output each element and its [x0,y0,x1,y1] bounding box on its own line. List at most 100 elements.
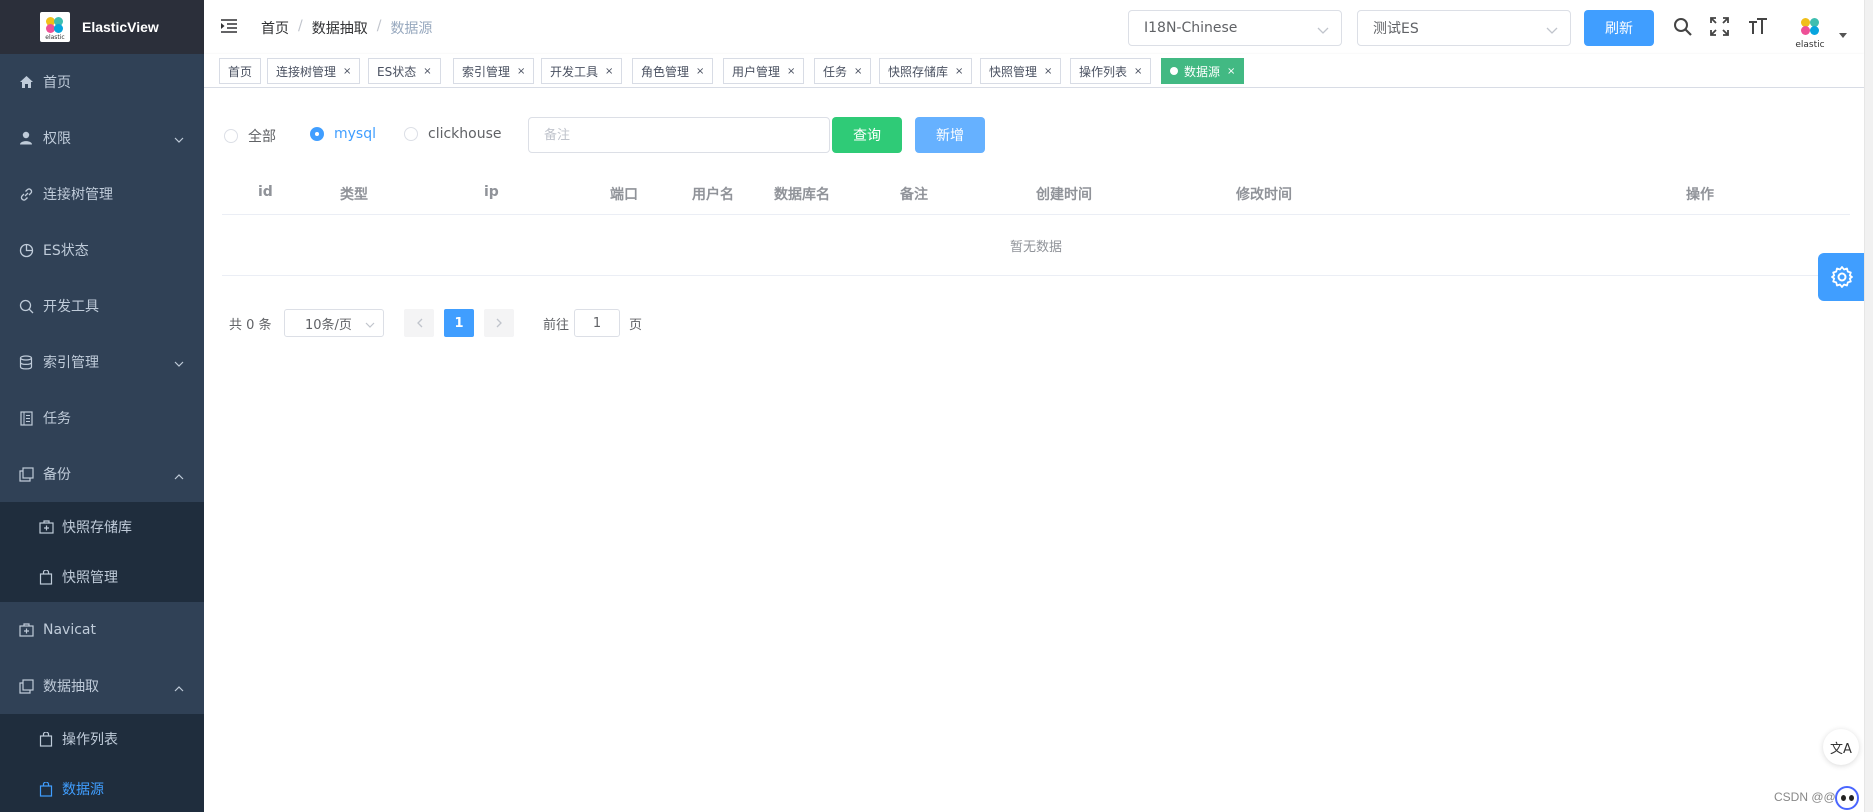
shopping-bag-icon [38,781,54,797]
close-icon[interactable]: × [955,66,963,77]
sidebar-item-connection-tree[interactable]: 连接树管理 [0,166,204,222]
logo-bar[interactable]: elastic ElasticView [0,0,204,54]
fullscreen-icon[interactable] [1710,17,1729,40]
sidebar-item-dev-tools[interactable]: 开发工具 [0,278,204,334]
column-header[interactable]: 数据库名 [774,184,830,204]
robot-assistant-icon[interactable] [1835,786,1859,810]
first-aid-icon [18,622,34,638]
sidebar-item-label: 数据抽取 [43,679,99,695]
goto-page-input[interactable] [574,309,620,337]
database-icon [18,354,34,370]
column-header[interactable]: 备注 [900,184,928,204]
chevron-down-icon [365,318,375,333]
sidebar-item-navicat[interactable]: Navicat [0,602,204,658]
tag-home[interactable]: 首页 [219,58,262,84]
tag-connection-tree[interactable]: 连接树管理 × [267,58,361,84]
page-number-current[interactable]: 1 [444,309,474,337]
tag-tasks[interactable]: 任务 × [814,58,872,84]
sidebar-item-label: 首页 [43,75,71,91]
sidebar-item-data-extraction[interactable]: 数据抽取 [0,658,204,714]
sidebar-item-label: 操作列表 [62,732,118,748]
font-size-icon[interactable] [1748,17,1768,40]
tag-snapshot-management[interactable]: 快照管理 × [980,58,1062,84]
sidebar-item-index-management[interactable]: 索引管理 [0,334,204,390]
close-icon[interactable]: × [1227,66,1235,77]
close-icon[interactable]: × [1134,66,1142,77]
close-icon[interactable]: × [517,66,525,77]
connection-select[interactable]: 测试ES [1357,10,1571,46]
settings-button[interactable] [1818,253,1866,301]
copy-icon [18,678,34,694]
note-input[interactable] [528,117,830,153]
tag-snapshot-repository[interactable]: 快照存储库 × [879,58,973,84]
tag-data-source[interactable]: 数据源 × [1161,58,1245,84]
sidebar-item-data-source[interactable]: 数据源 [0,764,204,812]
column-header[interactable]: ip [484,184,499,200]
close-icon[interactable]: × [343,66,351,77]
sidebar-item-tasks[interactable]: 任务 [0,390,204,446]
column-header[interactable]: id [258,184,273,200]
caret-down-icon[interactable] [1839,33,1847,38]
language-select[interactable]: I18N-Chinese [1128,10,1342,46]
sidebar-item-es-status[interactable]: ES状态 [0,222,204,278]
page-size-select[interactable]: 10条/页 [284,309,384,337]
column-header[interactable]: 端口 [610,184,638,204]
chevron-up-icon [174,468,184,484]
sidebar-item-label: ES状态 [43,243,89,259]
top-header: 首页 / 数据抽取 / 数据源 I18N-Chinese 测试ES 刷新 ela… [204,0,1864,54]
csdn-watermark: CSDN @@ [1774,790,1836,804]
sidebar-item-operation-list[interactable]: 操作列表 [0,714,204,764]
pie-chart-icon [18,242,34,258]
close-icon[interactable]: × [605,66,613,77]
column-header[interactable]: 类型 [340,184,368,204]
radio-all[interactable]: 全部 [224,126,276,146]
hamburger-icon[interactable] [220,18,238,38]
goto-prefix: 前往 [543,317,570,333]
radio-circle[interactable] [404,127,418,141]
sidebar-item-snapshot-repository[interactable]: 快照存储库 [0,502,204,552]
close-icon[interactable]: × [1044,66,1052,77]
close-icon[interactable]: × [696,66,704,77]
add-button[interactable]: 新增 [915,117,985,153]
translate-button[interactable]: 文A [1823,729,1859,765]
page-scrollbar[interactable] [1864,0,1873,812]
first-aid-icon [38,519,54,535]
sidebar-item-permissions[interactable]: 权限 [0,110,204,166]
column-header[interactable]: 用户名 [692,184,734,204]
search-icon [18,298,34,314]
close-icon[interactable]: × [854,66,862,77]
sidebar-item-home[interactable]: 首页 [0,54,204,110]
breadcrumb-home[interactable]: 首页 [261,18,289,38]
tag-operation-list[interactable]: 操作列表 × [1070,58,1152,84]
tag-user-management[interactable]: 用户管理 × [723,58,805,84]
radio-clickhouse[interactable]: clickhouse [404,126,502,142]
sidebar-item-label: 任务 [43,411,71,427]
radio-mysql[interactable]: mysql [310,126,376,142]
breadcrumb-data-extraction[interactable]: 数据抽取 [312,18,368,38]
tag-index-management[interactable]: 索引管理 × [453,58,535,84]
goto-suffix: 页 [629,317,643,333]
query-button[interactable]: 查询 [832,117,902,153]
sidebar-item-snapshot-management[interactable]: 快照管理 [0,552,204,602]
next-page-button[interactable] [484,309,514,337]
close-icon[interactable]: × [787,66,795,77]
sidebar-item-backup[interactable]: 备份 [0,446,204,502]
refresh-button[interactable]: 刷新 [1584,10,1654,46]
elastic-logo-icon: elastic [40,12,70,42]
tag-dev-tools[interactable]: 开发工具 × [541,58,623,84]
search-icon[interactable] [1673,17,1693,41]
radio-circle[interactable] [310,127,324,141]
tag-role-management[interactable]: 角色管理 × [632,58,714,84]
avatar[interactable]: elastic [1792,14,1828,50]
close-icon[interactable]: × [423,66,431,77]
column-header[interactable]: 修改时间 [1236,184,1292,204]
data-extraction-submenu: 操作列表 数据源 [0,714,204,812]
document-icon [18,410,34,426]
home-icon [18,74,34,90]
tag-es-status[interactable]: ES状态 × [368,58,441,84]
column-header[interactable]: 创建时间 [1036,184,1092,204]
column-header[interactable]: 操作 [1686,184,1714,204]
prev-page-button[interactable] [404,309,434,337]
connection-select-value: 测试ES [1373,21,1419,37]
radio-circle[interactable] [224,129,238,143]
